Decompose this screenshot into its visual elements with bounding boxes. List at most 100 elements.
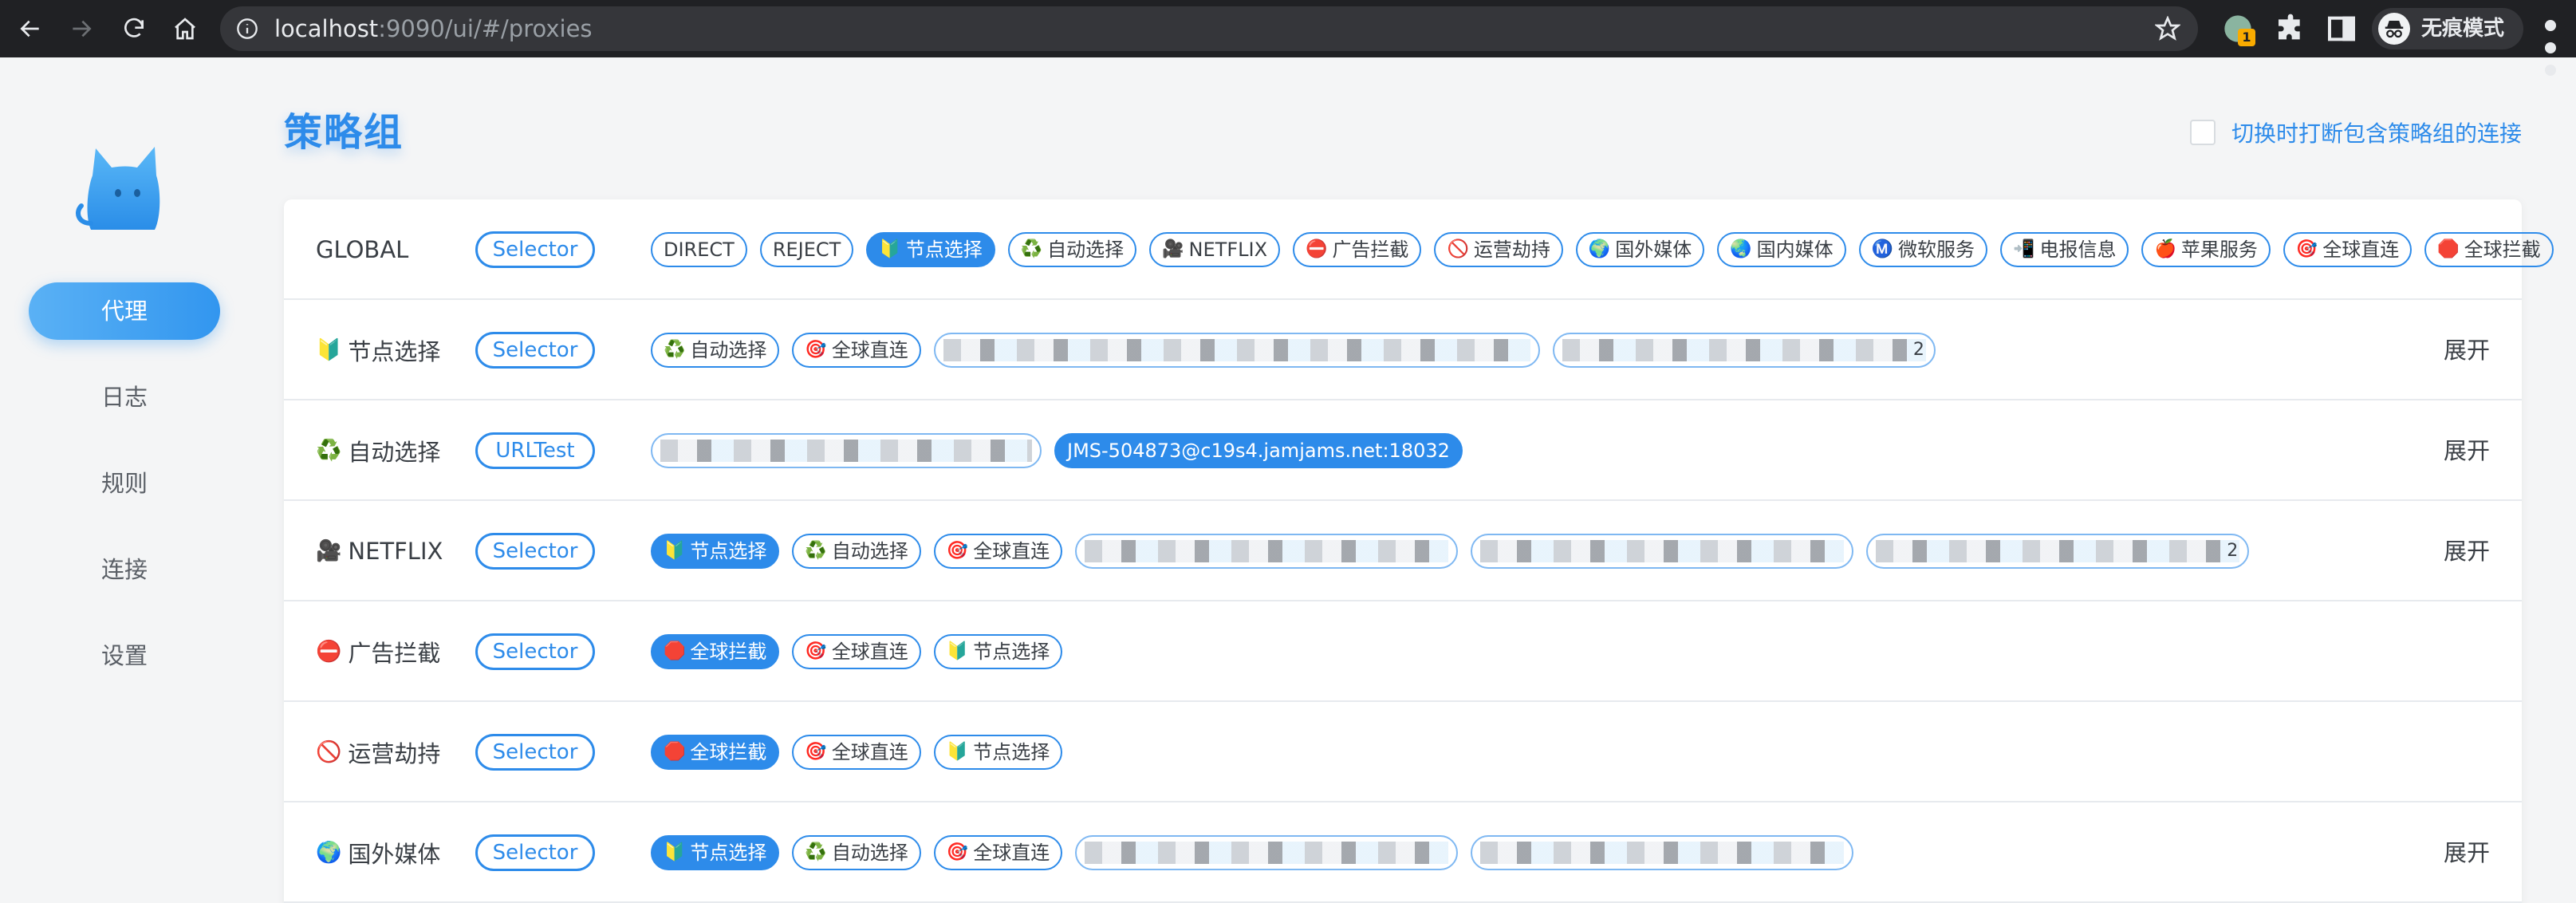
sidebar-item-rules[interactable]: 规则 [29,455,220,512]
group-name: GLOBAL [316,199,408,300]
arrow-right-icon [73,20,92,37]
proxy-tag[interactable]: 🚫 运营劫持 [1434,232,1563,267]
proxy-tag-emoji-icon: 🛑 [2437,239,2460,259]
redacted-fill [1876,540,2240,562]
proxy-tag-label: 自动选择 [831,540,908,562]
proxy-tag-redacted[interactable] [1471,835,1854,870]
group-type-badge: Selector [475,834,595,871]
proxy-tag-label: 全球直连 [831,641,908,663]
proxy-tag-redacted[interactable] [1075,835,1459,870]
proxy-tag[interactable]: 🌍 国外媒体 [1575,232,1705,267]
proxy-tag[interactable]: 🔰 节点选择 [933,735,1063,770]
proxy-tag-label: 全球直连 [831,741,908,763]
address-bar[interactable]: localhost:9090/ui/#/proxies [220,6,2198,51]
proxy-tag[interactable]: 🌏 国内媒体 [1717,232,1846,267]
sidebar-item-logs[interactable]: 日志 [29,369,220,426]
sidebar-item-connections[interactable]: 连接 [29,541,220,598]
extensions-puzzle-icon[interactable] [2275,13,2306,45]
proxy-tag[interactable]: 📲 电报信息 [2000,232,2129,267]
proxy-tag[interactable]: ⛔ 广告拦截 [1293,232,1422,267]
page-title: 策略组 [284,110,404,155]
sidebar-item-proxies[interactable]: 代理 [29,282,220,340]
bookmark-star-icon[interactable] [2155,16,2180,41]
proxy-tag[interactable]: 🔰 节点选择 [866,232,995,267]
redacted-fill [1480,842,1845,864]
proxy-tag[interactable]: 🛑 全球拦截 [651,634,780,669]
proxy-tag-label: 苹果服务 [2180,239,2258,261]
expand-button[interactable]: 展开 [2444,501,2490,601]
proxy-tag-emoji-icon: ♻️ [1020,239,1043,259]
proxy-tag[interactable]: 🎯 全球直连 [2283,232,2413,267]
incognito-profile-button[interactable]: 无痕模式 [2372,8,2523,49]
proxy-tag[interactable]: ♻️ 自动选择 [1007,232,1137,267]
redacted-fill [1085,540,1449,562]
reload-icon [124,18,144,37]
more-count: 2 [2227,541,2239,561]
expand-button[interactable]: 展开 [2444,802,2490,903]
reload-button[interactable] [115,10,153,48]
proxy-tag-emoji-icon: 🎯 [946,541,969,561]
sidebar-item-settings[interactable]: 设置 [29,627,220,684]
group-name: ♻️ 自动选择 [316,400,440,501]
proxy-tag-emoji-icon: 🎯 [946,842,969,862]
proxy-tag[interactable]: 🔰 节点选择 [651,534,780,569]
proxy-tag-emoji-icon: 🛑 [664,742,686,762]
redacted-fill [1562,339,1926,361]
proxy-tag-emoji-icon: 🛑 [664,641,686,661]
group-emoji-icon: 🌍 [316,841,342,865]
proxy-tag-list: 🛑 全球拦截 🎯 全球直连 🔰 节点选择 [651,632,1063,672]
proxy-tag[interactable]: 🛑 全球拦截 [651,735,780,770]
group-type-badge: URLTest [475,432,595,469]
proxy-tag[interactable]: ♻️ 自动选择 [651,333,780,368]
redacted-fill [1085,842,1449,864]
proxy-tag[interactable]: 🎯 全球直连 [933,835,1063,870]
proxy-tag-redacted[interactable] [933,333,1540,368]
proxy-tag[interactable]: ♻️ 自动选择 [792,835,921,870]
interrupt-connections-toggle[interactable]: 切换时打断包含策略组的连接 [2190,118,2522,147]
proxy-tag[interactable]: 🎯 全球直连 [933,534,1063,569]
proxy-tag[interactable]: 🍎 苹果服务 [2141,232,2271,267]
proxy-tag-label: 电报信息 [2039,239,2117,261]
proxy-tag-redacted[interactable] [1075,534,1459,569]
proxy-tag[interactable]: 🎯 全球直连 [792,634,921,669]
proxy-tag[interactable]: 🔰 节点选择 [651,835,780,870]
proxy-tag-redacted[interactable]: 2 [1552,333,1936,368]
proxy-tag[interactable]: 🛑 全球拦截 [2424,232,2554,267]
expand-button[interactable]: 展开 [2444,300,2490,400]
proxy-tag[interactable]: Ⓜ️ 微软服务 [1858,232,1988,267]
proxy-tag[interactable]: 🔰 节点选择 [933,634,1063,669]
proxy-tag-label: 节点选择 [973,641,1050,663]
group-emoji-icon: ♻️ [316,439,342,463]
proxy-tag-redacted[interactable]: 2 [1866,534,2250,569]
home-button[interactable] [166,10,204,48]
proxy-tag[interactable]: 🎯 全球直连 [792,735,921,770]
interrupt-connections-checkbox[interactable] [2190,120,2216,145]
proxy-tag[interactable]: 🎥 NETFLIX [1149,232,1281,267]
browser-menu-icon[interactable] [2539,14,2562,76]
group-name: ⛔ 广告拦截 [316,601,440,702]
group-emoji-icon: 🔰 [316,338,342,362]
proxy-tag[interactable]: REJECT [759,232,854,267]
proxy-tag-list: 🔰 节点选择 ♻️ 自动选择 🎯 全球直连 2 [651,531,2250,571]
proxy-tag-label: 自动选择 [1047,239,1125,261]
proxy-tag[interactable]: DIRECT [651,232,747,267]
info-icon[interactable] [236,18,258,40]
group-type-badge: Selector [475,231,595,268]
expand-button[interactable]: 展开 [2444,400,2490,501]
proxy-tag[interactable]: 🎯 全球直连 [792,333,921,368]
proxy-tag[interactable]: ♻️ 自动选择 [792,534,921,569]
proxy-tag[interactable]: JMS-504873@c19s4.jamjams.net:18032 [1054,433,1463,468]
url-text: localhost:9090/ui/#/proxies [274,16,593,41]
group-type-badge: Selector [475,332,595,369]
proxy-tag-redacted[interactable] [1471,534,1854,569]
forward-button[interactable] [62,10,100,48]
back-button[interactable] [11,10,49,48]
proxy-groups-card: GLOBAL Selector DIRECT REJECT 🔰 节点选择 ♻️ 自动选择 🎥 NE… [284,199,2554,903]
url-host: localhost [274,15,379,42]
proxy-tag-emoji-icon: 🌍 [1588,239,1611,259]
side-panel-icon[interactable] [2326,13,2357,45]
proxy-tag-emoji-icon: 🔰 [664,541,686,561]
group-name: 🌍 国外媒体 [316,802,440,903]
proxy-tag-redacted[interactable] [651,433,1042,468]
group-name: 🎥 NETFLIX [316,501,443,601]
